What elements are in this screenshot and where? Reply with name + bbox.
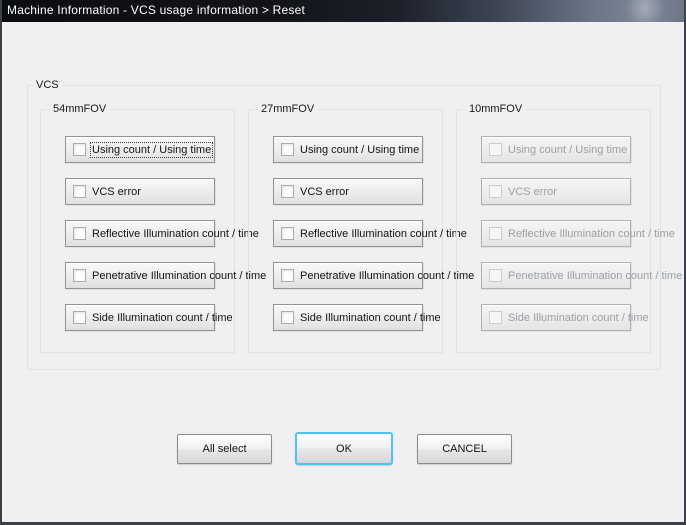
checkbox-button[interactable]: Penetrative Illumination count / time	[65, 262, 266, 289]
checkbox-button[interactable]: Side Illumination count / time	[65, 304, 233, 331]
checkbox-icon	[281, 185, 294, 198]
fov-group-27mmfov: 27mmFOV Using count / Using time VCS err…	[248, 103, 474, 353]
cancel-button-label: CANCEL	[442, 443, 487, 455]
checkbox-button-label: Using count / Using time	[508, 143, 628, 156]
checkbox-button-label: Penetrative Illumination count / time	[508, 269, 683, 282]
checkbox-icon	[281, 143, 294, 156]
checkbox-button-label: Reflective Illumination count / time	[300, 227, 467, 240]
ok-button[interactable]: OK	[295, 432, 393, 465]
checkbox-button-stack: Using count / Using time VCS error Refle…	[273, 136, 474, 331]
checkbox-button[interactable]: VCS error	[65, 178, 215, 205]
vcs-groupbox-label: VCS	[33, 79, 62, 91]
fov-group-54mmfov: 54mmFOV Using count / Using time VCS err…	[40, 103, 266, 353]
dialog-content: VCS 54mmFOV Using count / Using time VCS…	[2, 22, 684, 522]
checkbox-button[interactable]: Reflective Illumination count / time	[65, 220, 259, 247]
checkbox-icon	[73, 311, 86, 324]
checkbox-icon	[73, 185, 86, 198]
checkbox-button[interactable]: Side Illumination count / time	[273, 304, 441, 331]
checkbox-button: Side Illumination count / time	[481, 304, 649, 331]
checkbox-button-label: Reflective Illumination count / time	[508, 227, 675, 240]
checkbox-button[interactable]: Using count / Using time	[65, 136, 215, 163]
checkbox-button[interactable]: VCS error	[273, 178, 423, 205]
checkbox-icon	[73, 143, 86, 156]
cancel-button[interactable]: CANCEL	[417, 434, 512, 464]
fov-group-10mmfov: 10mmFOV Using count / Using time VCS err…	[456, 103, 682, 353]
checkbox-icon	[489, 185, 502, 198]
checkbox-icon	[489, 227, 502, 240]
checkbox-button-label: Side Illumination count / time	[92, 311, 233, 324]
ok-button-label: OK	[336, 442, 352, 455]
checkbox-button-label: Reflective Illumination count / time	[92, 227, 259, 240]
checkbox-icon	[489, 269, 502, 282]
checkbox-button-label: Penetrative Illumination count / time	[92, 269, 267, 282]
all-select-button-label: All select	[202, 443, 247, 455]
fov-group-label: 10mmFOV	[466, 103, 526, 115]
window-title: Machine Information - VCS usage informat…	[7, 3, 306, 17]
checkbox-icon	[281, 311, 294, 324]
checkbox-icon	[73, 269, 86, 282]
fov-group-label: 54mmFOV	[50, 103, 110, 115]
checkbox-button-label: Penetrative Illumination count / time	[300, 269, 475, 282]
checkbox-icon	[73, 227, 86, 240]
dialog-window: Machine Information - VCS usage informat…	[0, 0, 686, 525]
checkbox-button-label: VCS error	[508, 185, 557, 198]
checkbox-button-label: Using count / Using time	[89, 141, 214, 158]
checkbox-button-stack: Using count / Using time VCS error Refle…	[481, 136, 682, 331]
all-select-button[interactable]: All select	[177, 434, 272, 464]
checkbox-button[interactable]: Penetrative Illumination count / time	[273, 262, 474, 289]
checkbox-button: Using count / Using time	[481, 136, 631, 163]
checkbox-button: VCS error	[481, 178, 631, 205]
checkbox-icon	[281, 227, 294, 240]
checkbox-button-stack: Using count / Using time VCS error Refle…	[65, 136, 266, 331]
fov-group-label: 27mmFOV	[258, 103, 318, 115]
checkbox-button[interactable]: Reflective Illumination count / time	[273, 220, 467, 247]
checkbox-button-label: Side Illumination count / time	[508, 311, 649, 324]
checkbox-button: Reflective Illumination count / time	[481, 220, 675, 247]
title-bar[interactable]: Machine Information - VCS usage informat…	[2, 0, 684, 22]
checkbox-button[interactable]: Using count / Using time	[273, 136, 423, 163]
checkbox-button-label: Side Illumination count / time	[300, 311, 441, 324]
checkbox-button: Penetrative Illumination count / time	[481, 262, 682, 289]
checkbox-icon	[489, 311, 502, 324]
checkbox-icon	[489, 143, 502, 156]
checkbox-icon	[281, 269, 294, 282]
checkbox-button-label: Using count / Using time	[300, 143, 420, 156]
vcs-groupbox: VCS 54mmFOV Using count / Using time VCS…	[27, 79, 682, 370]
checkbox-button-label: VCS error	[300, 185, 349, 198]
checkbox-button-label: VCS error	[92, 185, 141, 198]
